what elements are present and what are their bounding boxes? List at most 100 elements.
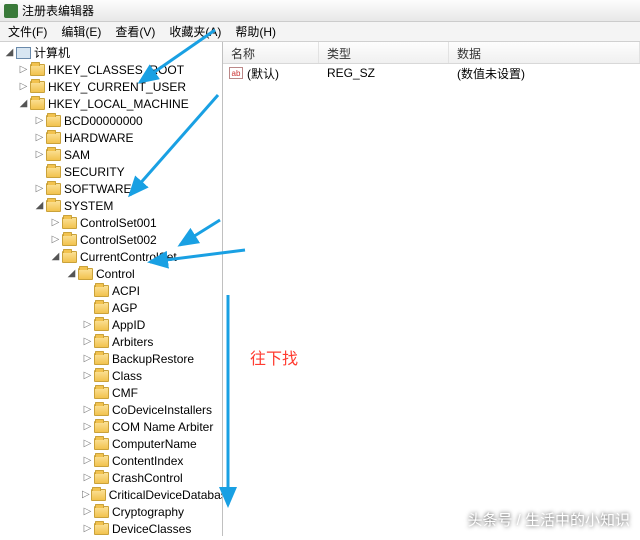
tree-ccs[interactable]: CurrentControlSet (2, 248, 222, 265)
folder-icon (94, 404, 109, 416)
expand-icon[interactable] (82, 336, 93, 347)
expand-icon[interactable] (34, 200, 45, 211)
expand-icon[interactable] (34, 166, 45, 177)
expand-icon[interactable] (82, 523, 93, 534)
tree-system[interactable]: SYSTEM (2, 197, 222, 214)
folder-icon (46, 166, 61, 178)
folder-icon (62, 217, 77, 229)
expand-icon[interactable] (34, 183, 45, 194)
folder-icon (94, 353, 109, 365)
column-headers: 名称 类型 数据 (223, 42, 640, 64)
title-bar: 注册表编辑器 (0, 0, 640, 22)
tree-cmf[interactable]: CMF (2, 384, 222, 401)
expand-icon[interactable] (18, 81, 29, 92)
folder-icon (94, 285, 109, 297)
tree-comnamearbiter[interactable]: COM Name Arbiter (2, 418, 222, 435)
folder-icon (94, 438, 109, 450)
expand-icon[interactable] (50, 217, 61, 228)
expand-icon[interactable] (82, 353, 93, 364)
expand-icon[interactable] (18, 98, 29, 109)
expand-icon[interactable] (82, 319, 93, 330)
tree-criticaldevicedatabase[interactable]: CriticalDeviceDatabase (2, 486, 222, 503)
tree-controlset001[interactable]: ControlSet001 (2, 214, 222, 231)
tree-hardware[interactable]: HARDWARE (2, 129, 222, 146)
folder-icon (94, 421, 109, 433)
folder-icon (30, 81, 45, 93)
expand-icon[interactable] (50, 234, 61, 245)
folder-icon (62, 251, 77, 263)
folder-icon (94, 387, 109, 399)
col-name[interactable]: 名称 (223, 42, 319, 63)
expand-icon[interactable] (50, 251, 61, 262)
tree-security[interactable]: SECURITY (2, 163, 222, 180)
folder-icon (46, 149, 61, 161)
folder-icon (62, 234, 77, 246)
folder-icon (91, 489, 106, 501)
tree-acpi[interactable]: ACPI (2, 282, 222, 299)
expand-icon[interactable] (82, 438, 93, 449)
value-list-pane: 名称 类型 数据 ab(默认) REG_SZ (数值未设置) (223, 42, 640, 536)
folder-icon (46, 183, 61, 195)
menu-view[interactable]: 查看(V) (111, 22, 159, 41)
expand-icon[interactable] (82, 370, 93, 381)
tree-computername[interactable]: ComputerName (2, 435, 222, 452)
computer-icon (16, 47, 31, 59)
menu-favorites[interactable]: 收藏夹(A) (165, 22, 225, 41)
tree-hkcr[interactable]: HKEY_CLASSES_ROOT (2, 61, 222, 78)
expand-icon[interactable] (82, 455, 93, 466)
folder-icon (78, 268, 93, 280)
tree-software[interactable]: SOFTWARE (2, 180, 222, 197)
string-value-icon: ab (229, 67, 243, 79)
expand-icon[interactable] (34, 115, 45, 126)
menu-help[interactable]: 帮助(H) (231, 22, 280, 41)
main-split: 计算机HKEY_CLASSES_ROOTHKEY_CURRENT_USERHKE… (0, 42, 640, 536)
tree-root[interactable]: 计算机 (2, 44, 222, 61)
folder-icon (94, 523, 109, 535)
expand-icon[interactable] (82, 404, 93, 415)
expand-icon[interactable] (66, 268, 77, 279)
tree-deviceclasses[interactable]: DeviceClasses (2, 520, 222, 536)
tree-hkcu[interactable]: HKEY_CURRENT_USER (2, 78, 222, 95)
tree-codeviceinstallers[interactable]: CoDeviceInstallers (2, 401, 222, 418)
tree-control[interactable]: Control (2, 265, 222, 282)
folder-icon (46, 132, 61, 144)
expand-icon[interactable] (34, 149, 45, 160)
tree-contentindex[interactable]: ContentIndex (2, 452, 222, 469)
tree-hklm[interactable]: HKEY_LOCAL_MACHINE (2, 95, 222, 112)
folder-icon (94, 455, 109, 467)
expand-icon[interactable] (82, 489, 90, 500)
folder-icon (46, 115, 61, 127)
expand-icon[interactable] (82, 472, 93, 483)
window-title: 注册表编辑器 (22, 2, 94, 19)
tree-pane[interactable]: 计算机HKEY_CLASSES_ROOTHKEY_CURRENT_USERHKE… (0, 42, 223, 536)
value-row[interactable]: ab(默认) REG_SZ (数值未设置) (223, 64, 640, 82)
tree-controlset002[interactable]: ControlSet002 (2, 231, 222, 248)
tree-cryptography[interactable]: Cryptography (2, 503, 222, 520)
folder-icon (30, 98, 45, 110)
folder-icon (94, 472, 109, 484)
tree-backuprestore[interactable]: BackupRestore (2, 350, 222, 367)
menu-edit[interactable]: 编辑(E) (57, 22, 105, 41)
menu-bar: 文件(F) 编辑(E) 查看(V) 收藏夹(A) 帮助(H) (0, 22, 640, 42)
expand-icon[interactable] (4, 47, 15, 58)
tree-sam[interactable]: SAM (2, 146, 222, 163)
folder-icon (94, 506, 109, 518)
tree-crashcontrol[interactable]: CrashControl (2, 469, 222, 486)
expand-icon[interactable] (82, 387, 93, 398)
folder-icon (94, 336, 109, 348)
tree-class[interactable]: Class (2, 367, 222, 384)
col-type[interactable]: 类型 (319, 42, 449, 63)
tree-agp[interactable]: AGP (2, 299, 222, 316)
tree-arbiters[interactable]: Arbiters (2, 333, 222, 350)
col-data[interactable]: 数据 (449, 42, 640, 63)
expand-icon[interactable] (18, 64, 29, 75)
tree-bcd00000000[interactable]: BCD00000000 (2, 112, 222, 129)
expand-icon[interactable] (82, 285, 93, 296)
menu-file[interactable]: 文件(F) (4, 22, 51, 41)
expand-icon[interactable] (82, 302, 93, 313)
expand-icon[interactable] (82, 506, 93, 517)
expand-icon[interactable] (34, 132, 45, 143)
tree-appid[interactable]: AppID (2, 316, 222, 333)
folder-icon (94, 370, 109, 382)
expand-icon[interactable] (82, 421, 93, 432)
